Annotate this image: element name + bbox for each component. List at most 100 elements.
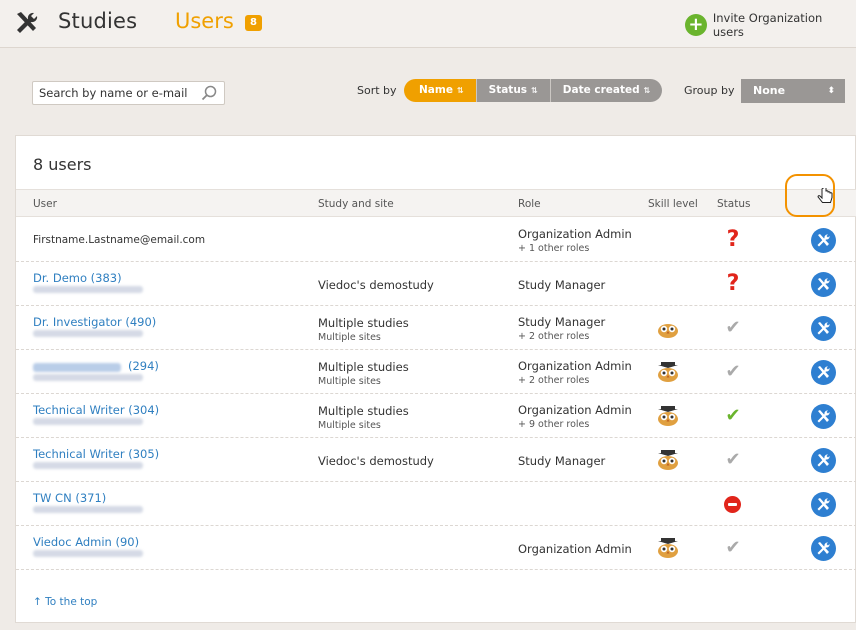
invite-label: Invite Organization users bbox=[712, 11, 823, 39]
checkmark-icon: ✔ bbox=[725, 361, 741, 382]
page-title: 8 users bbox=[33, 155, 92, 174]
role-name: Study Manager bbox=[518, 315, 606, 329]
table-row: Dr. Demo (383) Viedoc's demostudy Study Ma… bbox=[16, 262, 856, 306]
user-name-link[interactable]: (294) bbox=[128, 359, 159, 373]
study-site-cell: Multiple studies Multiple sites bbox=[318, 360, 409, 387]
expert-owl-icon bbox=[654, 361, 682, 383]
beginner-owl-icon bbox=[654, 317, 682, 339]
checkmark-icon: ✔ bbox=[725, 537, 741, 558]
column-skill-level: Skill level bbox=[648, 198, 698, 210]
role-name: Organization Admin bbox=[518, 542, 632, 556]
study-name: Viedoc's demostudy bbox=[318, 454, 434, 468]
redacted-email bbox=[33, 550, 143, 557]
redacted-email bbox=[33, 286, 143, 293]
arrow-up-icon: ↑ bbox=[33, 596, 42, 608]
edit-user-tools-icon[interactable] bbox=[811, 448, 836, 473]
invite-users-button[interactable]: + Invite Organization users bbox=[685, 11, 856, 39]
blocked-icon bbox=[724, 496, 741, 513]
edit-user-tools-icon[interactable] bbox=[811, 404, 836, 429]
redacted-email bbox=[33, 374, 143, 381]
tools-icon[interactable] bbox=[12, 8, 42, 38]
user-name-link[interactable]: Dr. Investigator (490) bbox=[33, 315, 156, 329]
nav-studies[interactable]: Studies bbox=[58, 9, 137, 33]
column-user: User bbox=[33, 198, 57, 210]
users-count-badge: 8 bbox=[245, 15, 262, 31]
role-cell: Organization Admin bbox=[518, 542, 632, 556]
study-site-cell: Viedoc's demostudy bbox=[318, 454, 434, 468]
table-row: Firstname.Lastname@email.com Organization… bbox=[16, 218, 856, 262]
top-bar: Studies Users 8 + Invite Organization us… bbox=[0, 0, 856, 48]
role-name: Study Manager bbox=[518, 454, 606, 468]
role-cell: Study Manager + 2 other roles bbox=[518, 315, 605, 342]
site-name: Multiple sites bbox=[318, 376, 381, 387]
edit-user-tools-icon[interactable] bbox=[811, 272, 836, 297]
column-status: Status bbox=[717, 198, 751, 210]
role-cell: Study Manager bbox=[518, 454, 605, 468]
study-name: Viedoc's demostudy bbox=[318, 278, 434, 292]
column-study-site: Study and site bbox=[318, 198, 394, 210]
role-name: Organization Admin bbox=[518, 359, 632, 373]
site-name: Multiple sites bbox=[318, 420, 381, 431]
checkmark-icon: ✔ bbox=[725, 405, 741, 426]
redacted-email bbox=[33, 462, 143, 469]
study-name: Multiple studies bbox=[318, 404, 409, 418]
role-name: Organization Admin bbox=[518, 227, 632, 241]
table-row: (294) Multiple studies Multiple sites Organ… bbox=[16, 350, 856, 394]
sort-name-button[interactable]: Name ⇅ bbox=[404, 79, 477, 102]
redacted-name bbox=[33, 363, 121, 372]
sort-arrows-icon: ⇅ bbox=[643, 86, 651, 95]
edit-user-tools-icon[interactable] bbox=[811, 492, 836, 517]
table-header: User Study and site Role Skill level Sta… bbox=[16, 189, 856, 217]
question-mark-icon: ? bbox=[726, 227, 740, 252]
select-caret-icon: ⬍ bbox=[827, 86, 835, 96]
role-cell: Organization Admin + 1 other roles bbox=[518, 227, 632, 254]
study-site-cell: Viedoc's demostudy bbox=[318, 278, 434, 292]
users-panel: 8 users User Study and site Role Skill l… bbox=[15, 135, 856, 623]
group-by-label: Group by bbox=[684, 84, 735, 97]
checkmark-icon: ✔ bbox=[725, 317, 741, 338]
search-input[interactable]: Search by name or e-mail bbox=[32, 81, 225, 105]
redacted-email bbox=[33, 506, 143, 513]
edit-user-tools-icon[interactable] bbox=[811, 228, 836, 253]
column-role: Role bbox=[518, 198, 541, 210]
question-mark-icon: ? bbox=[726, 271, 740, 296]
user-name-link[interactable]: Technical Writer (304) bbox=[33, 403, 159, 417]
edit-user-tools-icon[interactable] bbox=[811, 536, 836, 561]
to-top-link[interactable]: ↑ To the top bbox=[33, 596, 97, 608]
checkmark-icon: ✔ bbox=[725, 449, 741, 470]
role-cell: Organization Admin + 2 other roles bbox=[518, 359, 632, 386]
user-name-link[interactable]: Dr. Demo (383) bbox=[33, 271, 122, 285]
table-row: Technical Writer (305) Viedoc's demostudy… bbox=[16, 438, 856, 482]
table-row: Viedoc Admin (90) Organization Admin ✔ bbox=[16, 526, 856, 570]
sort-arrows-icon: ⇅ bbox=[456, 86, 464, 95]
edit-user-tools-icon[interactable] bbox=[811, 316, 836, 341]
edit-user-tools-icon[interactable] bbox=[811, 360, 836, 385]
redacted-email bbox=[33, 330, 143, 337]
expert-owl-icon bbox=[654, 405, 682, 427]
nav-users[interactable]: Users bbox=[175, 9, 234, 33]
sort-status-button[interactable]: Status ⇅ bbox=[476, 79, 551, 102]
role-cell: Organization Admin + 9 other roles bbox=[518, 403, 632, 430]
table-row: Dr. Investigator (490) Multiple studies Mu… bbox=[16, 306, 856, 350]
study-site-cell: Multiple studies Multiple sites bbox=[318, 404, 409, 431]
search-placeholder: Search by name or e-mail bbox=[39, 86, 188, 100]
role-name: Study Manager bbox=[518, 278, 606, 292]
role-name: Organization Admin bbox=[518, 403, 632, 417]
plus-icon: + bbox=[685, 14, 707, 36]
sort-arrows-icon: ⇅ bbox=[531, 86, 538, 95]
group-by-select[interactable]: None ⬍ bbox=[741, 79, 845, 103]
sort-date-created-button[interactable]: Date created ⇅ bbox=[550, 79, 663, 102]
table-row: TW CN (371) bbox=[16, 482, 856, 526]
search-icon[interactable] bbox=[200, 84, 218, 102]
role-extra: + 2 other roles bbox=[518, 375, 590, 386]
sort-by-label: Sort by bbox=[357, 84, 397, 97]
study-site-cell: Multiple studies Multiple sites bbox=[318, 316, 409, 343]
hand-cursor-icon bbox=[817, 188, 833, 203]
study-name: Multiple studies bbox=[318, 316, 409, 330]
table-row: Technical Writer (304) Multiple studies Mu… bbox=[16, 394, 856, 438]
user-name-link[interactable]: Viedoc Admin (90) bbox=[33, 535, 139, 549]
role-extra: + 2 other roles bbox=[518, 331, 590, 342]
user-name-link[interactable]: Technical Writer (305) bbox=[33, 447, 159, 461]
site-name: Multiple sites bbox=[318, 332, 381, 343]
user-name-link[interactable]: TW CN (371) bbox=[33, 491, 106, 505]
